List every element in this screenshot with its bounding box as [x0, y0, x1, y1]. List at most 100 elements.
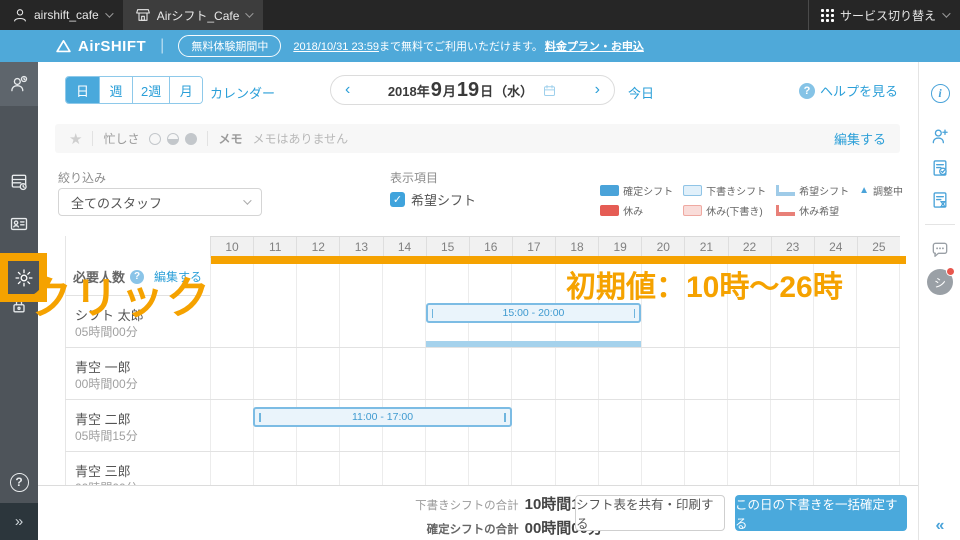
memo-placeholder: メモはありません [252, 132, 349, 146]
legend-swatch-draft-red [683, 205, 703, 216]
hour-label: 25 [856, 237, 900, 257]
legend-label: 下書きシフト [706, 187, 767, 198]
panel-item-add-staff[interactable] [919, 120, 960, 152]
current-date: 2018年 9 月 19 日（水） [350, 79, 594, 102]
staff-total-hours: 00時間00分 [75, 377, 138, 391]
panel-item-pending-list[interactable] [919, 184, 960, 216]
view-tabs: 日週 2週月 [65, 76, 204, 104]
account-menu[interactable]: airshift_cafe [0, 0, 123, 30]
legend-label: 調整中 [873, 187, 903, 198]
user-icon [14, 9, 26, 22]
hour-label: 14 [382, 237, 426, 257]
busy-selector[interactable] [149, 132, 198, 145]
panel-divider [925, 224, 955, 225]
date-weekday: （水） [494, 83, 534, 99]
date-day-unit: 日 [480, 83, 494, 99]
annotation-click-text: クリック [28, 274, 212, 323]
today-link[interactable]: 今日 [628, 83, 654, 102]
busy-mid-icon[interactable] [167, 132, 180, 145]
hour-label: 15 [425, 237, 469, 257]
wish-shift-checkbox[interactable]: ✓ 希望シフト [390, 190, 476, 209]
legend-swatch-draft-blue [683, 185, 703, 196]
share-print-button[interactable]: シフト表を共有・印刷する [575, 495, 725, 531]
help-link[interactable]: ? ヘルプを見る [799, 81, 898, 100]
bar-handle-right[interactable] [633, 309, 636, 318]
legend-item: 休み [600, 203, 643, 218]
shift-time-label: 15:00 - 20:00 [502, 307, 565, 319]
sidebar-item-staff-card[interactable] [0, 204, 38, 244]
hour-label: 11 [253, 237, 296, 257]
legend-swatch-solid-red [600, 205, 620, 216]
bar-handle-left[interactable] [431, 309, 434, 318]
calendar-icon[interactable] [542, 83, 557, 98]
busy-high-icon[interactable] [185, 132, 198, 145]
hour-label: 10 [210, 237, 253, 257]
legend-swatch-underline-blue [776, 185, 796, 196]
calendar-link[interactable]: カレンダー [210, 83, 275, 102]
staff-select[interactable]: 全てのスタッフ [58, 188, 262, 216]
bar-handle-right[interactable] [504, 413, 506, 422]
sidebar-item-help[interactable]: ? [0, 462, 38, 502]
staff-row[interactable] [65, 348, 900, 400]
doc-hourglass-icon [933, 192, 947, 208]
busy-low-icon[interactable] [149, 132, 162, 145]
date-year: 2018年 [387, 83, 430, 99]
bulk-confirm-button[interactable]: この日の下書きを一括確定する [735, 495, 907, 531]
fixed-total-label: 確定シフトの合計 [426, 524, 519, 536]
store-tab[interactable]: Airシフト_Cafe [122, 0, 264, 30]
panel-item-confirmed-list[interactable] [919, 152, 960, 184]
hour-label: 18 [555, 237, 598, 257]
hour-label: 20 [641, 237, 684, 257]
staff-total-hours: 05時間15分 [75, 429, 138, 443]
tab-日[interactable]: 日 [66, 77, 99, 103]
service-label: サービス切り替え [839, 8, 936, 23]
airshift-logo-icon [56, 39, 71, 52]
legend-swatch-solid-blue [600, 185, 620, 196]
staff-select-value: 全てのスタッフ [71, 195, 163, 211]
busy-label: 忙しさ [103, 132, 140, 146]
question-icon: ? [9, 472, 29, 492]
tab-月[interactable]: 月 [169, 77, 203, 103]
service-switcher[interactable]: サービス切り替え [807, 0, 960, 30]
checkbox-checked-icon: ✓ [390, 192, 405, 207]
pricing-link[interactable]: 料金プラン・お申込 [545, 41, 644, 53]
staff-name: 青空 二郎 [75, 412, 131, 427]
hour-label: 24 [813, 237, 857, 257]
notification-dot [946, 267, 955, 276]
doc-check-icon [933, 160, 947, 176]
draft-shift-bar[interactable]: 15:00 - 20:00 [425, 303, 642, 323]
top-bar: airshift_cafe Airシフト_Cafe サービス切り替え [0, 0, 960, 30]
panel-item-profile[interactable]: シ [919, 266, 960, 298]
star-icon[interactable]: ★ [69, 130, 82, 148]
display-items-label: 表示項目 [390, 171, 439, 185]
chevron-down-icon [942, 9, 951, 18]
panel-collapse[interactable]: « [919, 510, 960, 540]
date-navigator: ‹ 2018年 9 月 19 日（水） › [330, 75, 615, 105]
legend-item: 希望シフト [776, 183, 849, 198]
expand-icon: » [14, 513, 24, 530]
hour-label: 22 [727, 237, 771, 257]
legend-swatch-underline-red [776, 205, 796, 216]
draft-shift-bar[interactable]: 11:00 - 17:00 [253, 407, 512, 427]
legend-item: 休み希望 [776, 203, 839, 218]
id-card-icon [10, 217, 28, 231]
tab-週[interactable]: 週 [99, 77, 132, 103]
next-day-button[interactable]: › [595, 82, 600, 98]
tab-2週[interactable]: 2週 [132, 77, 170, 103]
legend: 確定シフト 下書きシフト 希望シフト ▲ 調整中 休み 休み(下書き) 休み希望 [600, 183, 903, 218]
help-label: ヘルプを見る [820, 84, 899, 99]
wish-shift-line [425, 341, 642, 347]
panel-item-chat[interactable] [919, 234, 960, 266]
sidebar-item-shift-sheet[interactable] [0, 162, 38, 202]
hour-label: 23 [770, 237, 814, 257]
panel-item-info[interactable]: i [919, 77, 960, 109]
chevron-down-icon [243, 196, 252, 205]
airshift-app: airshift_cafe Airシフト_Cafe サービス切り替え AirSH… [0, 0, 960, 540]
bar-handle-left[interactable] [259, 413, 261, 422]
memo-edit-link[interactable]: 編集する [834, 129, 886, 148]
sidebar-expand[interactable]: » [0, 503, 38, 540]
draft-total-label: 下書きシフトの合計 [415, 500, 519, 512]
sidebar-item-shift-manage[interactable] [0, 62, 38, 106]
date-day: 19 [456, 78, 480, 101]
store-label: Airシフト_Cafe [156, 8, 240, 23]
